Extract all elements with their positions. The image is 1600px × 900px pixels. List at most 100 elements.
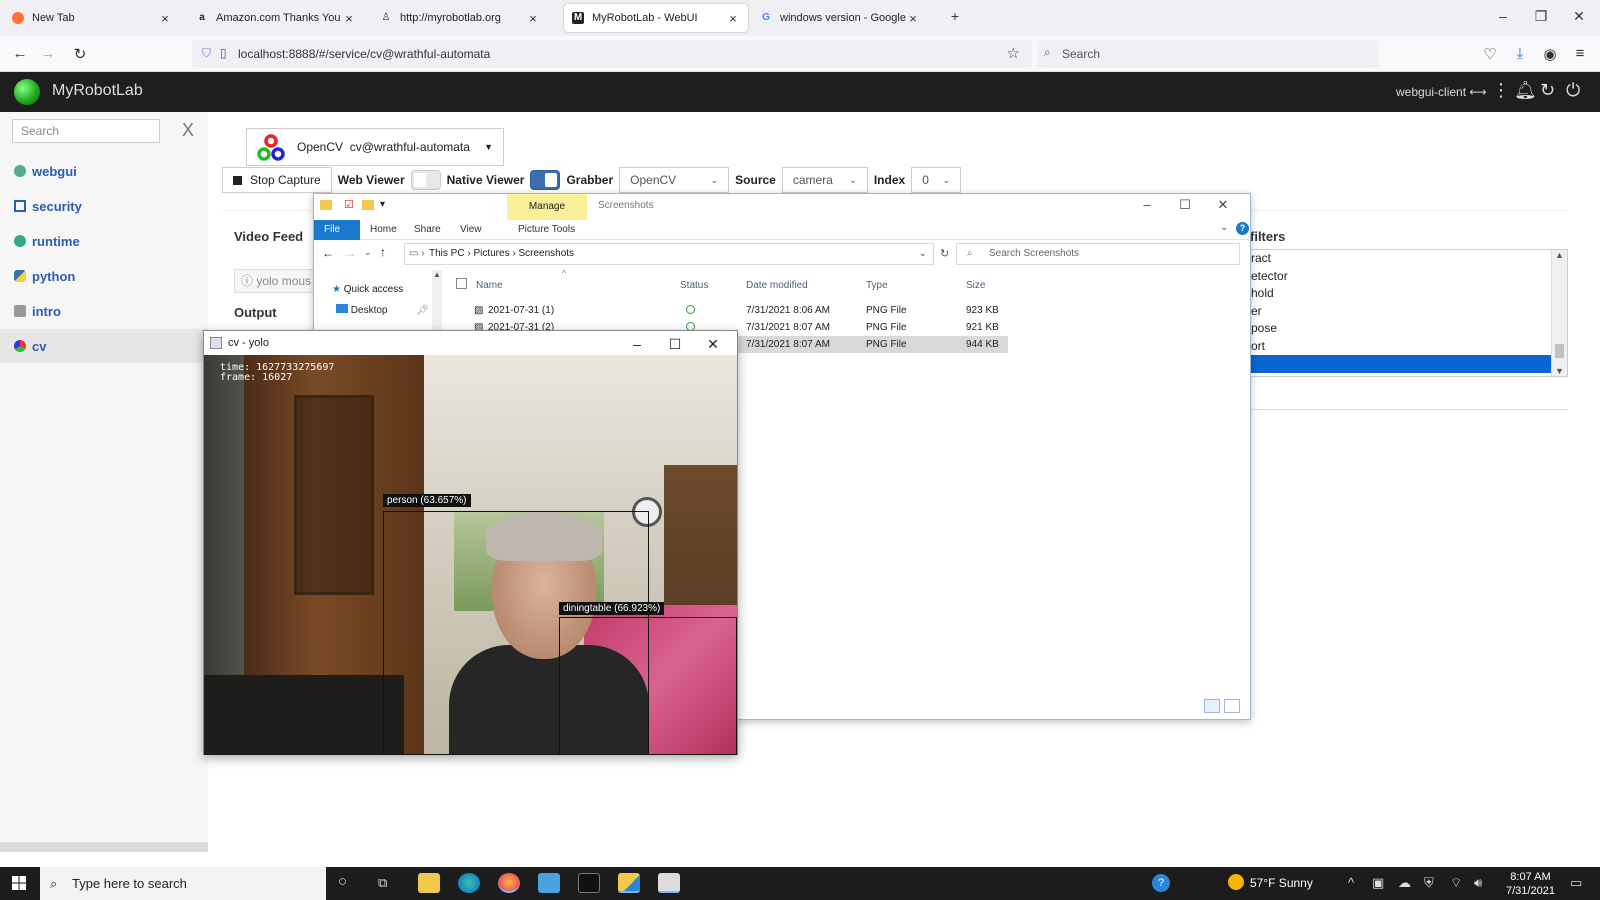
- download-icon[interactable]: ⤓: [1510, 45, 1530, 62]
- volume-icon[interactable]: 🔊︎: [1474, 875, 1482, 891]
- sidebar-search-input[interactable]: Search: [12, 119, 160, 143]
- cortana-icon[interactable]: ○: [338, 873, 347, 890]
- minimize-icon[interactable]: –: [1488, 8, 1518, 24]
- nav-quick-access[interactable]: ★ Quick access: [332, 284, 403, 295]
- filters-scrollbar[interactable]: ▲ ▼: [1551, 250, 1567, 376]
- new-tab-icon[interactable]: +: [940, 8, 970, 24]
- clear-search-icon[interactable]: X: [182, 120, 194, 141]
- meet-now-icon[interactable]: ▣: [1372, 875, 1384, 891]
- chevron-down-icon[interactable]: ⌄: [919, 244, 927, 264]
- sidebar-item-security[interactable]: security: [0, 189, 208, 223]
- yolo-titlebar[interactable]: cv - yolo – ☐ ✕: [204, 331, 737, 355]
- sidebar-scrollbar[interactable]: [0, 842, 208, 852]
- scroll-up-icon[interactable]: ▲: [432, 270, 442, 279]
- list-item[interactable]: ract: [1241, 250, 1567, 268]
- file-explorer-taskbar-icon[interactable]: [418, 873, 440, 893]
- nav-scrollbar[interactable]: ▲: [432, 270, 442, 330]
- minimize-icon[interactable]: –: [1134, 197, 1160, 212]
- task-view-icon[interactable]: ⧉: [378, 875, 387, 891]
- column-header-name[interactable]: Name: [476, 280, 503, 291]
- close-icon[interactable]: ×: [906, 11, 920, 26]
- onedrive-icon[interactable]: ☁: [1398, 875, 1411, 891]
- tab-new-tab[interactable]: New Tab ×: [4, 4, 180, 32]
- reload-icon[interactable]: ↻: [70, 45, 90, 63]
- select-all-checkbox[interactable]: [456, 278, 467, 289]
- refresh-icon[interactable]: ↻: [940, 247, 949, 260]
- forward-icon[interactable]: →: [38, 45, 58, 62]
- close-icon[interactable]: ✕: [698, 332, 728, 356]
- help-icon[interactable]: ?: [1236, 222, 1249, 235]
- help-icon[interactable]: ?: [1152, 874, 1170, 892]
- column-header-size[interactable]: Size: [966, 280, 985, 291]
- wifi-icon[interactable]: ⌔: [1450, 875, 1462, 891]
- windows-start-icon[interactable]: [12, 876, 26, 890]
- more-vert-icon[interactable]: ⋮: [1492, 80, 1510, 101]
- maximize-icon[interactable]: ☐: [1172, 197, 1198, 213]
- index-select[interactable]: 0 ⌄: [911, 167, 962, 193]
- sidebar-item-cv[interactable]: cv: [0, 329, 208, 363]
- close-icon[interactable]: ×: [158, 11, 172, 26]
- star-icon[interactable]: ☆: [1007, 44, 1020, 62]
- menu-icon[interactable]: ≡: [1570, 45, 1590, 62]
- new-folder-icon[interactable]: [362, 200, 374, 210]
- close-window-icon[interactable]: ✕: [1564, 8, 1594, 25]
- firefox-taskbar-icon[interactable]: [498, 873, 520, 893]
- ribbon-tab-picture-tools[interactable]: Picture Tools: [508, 220, 585, 240]
- manage-tab[interactable]: Manage: [507, 194, 587, 220]
- edge-taskbar-icon[interactable]: [458, 873, 480, 893]
- restore-icon[interactable]: ❐: [1526, 8, 1556, 25]
- close-icon[interactable]: ×: [526, 11, 540, 26]
- explorer-path[interactable]: ▭ › This PC › Pictures › Screenshots ⌄: [404, 243, 934, 265]
- ribbon-expand-icon[interactable]: ⌄: [1220, 222, 1228, 233]
- back-icon[interactable]: ←: [10, 45, 30, 62]
- details-view-icon[interactable]: [1204, 699, 1220, 713]
- client-label[interactable]: webgui-client ⟷: [1396, 85, 1487, 99]
- refresh-icon[interactable]: ↻: [1540, 80, 1555, 101]
- terminal-taskbar-icon[interactable]: [578, 873, 600, 893]
- up-icon[interactable]: ↑: [380, 245, 386, 259]
- list-item[interactable]: er: [1241, 303, 1567, 321]
- tab-amazon[interactable]: a Amazon.com Thanks You ×: [188, 4, 364, 32]
- camera-feed[interactable]: time: 1627733275697 frame: 16027 person …: [204, 355, 737, 755]
- column-header-date[interactable]: Date modified: [746, 280, 808, 291]
- explorer-window-taskbar-icon[interactable]: [618, 873, 640, 893]
- url-bar[interactable]: ⛉ ▯ localhost:8888/#/service/cv@wrathful…: [192, 40, 1032, 68]
- explorer-titlebar[interactable]: ☑ ▾ Manage Screenshots – ☐ ✕: [314, 194, 1250, 220]
- list-item-selected[interactable]: [1241, 355, 1567, 373]
- close-icon[interactable]: ×: [726, 11, 740, 26]
- web-viewer-toggle[interactable]: [410, 170, 441, 190]
- pocket-icon[interactable]: ♡: [1480, 45, 1500, 63]
- close-icon[interactable]: ✕: [1210, 197, 1236, 213]
- power-icon[interactable]: ⏻: [1566, 80, 1580, 101]
- scroll-up-icon[interactable]: ▲: [1552, 250, 1567, 260]
- large-icons-view-icon[interactable]: [1224, 699, 1240, 713]
- table-row[interactable]: ▧ 2021-07-31 (1) 7/31/2021 8:06 AM PNG F…: [464, 302, 1008, 319]
- native-viewer-toggle[interactable]: [530, 170, 561, 190]
- nav-desktop[interactable]: Desktop 📌︎: [336, 304, 429, 316]
- properties-icon[interactable]: ☑: [344, 198, 354, 211]
- tab-myrobotlab[interactable]: ♙ http://myrobotlab.org ×: [372, 4, 548, 32]
- list-item[interactable]: pose: [1241, 320, 1567, 338]
- scroll-thumb[interactable]: [1555, 344, 1564, 358]
- security-tray-icon[interactable]: ⛨: [1424, 875, 1434, 891]
- forward-icon[interactable]: →: [344, 246, 356, 260]
- maximize-icon[interactable]: ☐: [660, 332, 690, 356]
- recent-dropdown-icon[interactable]: ⌄: [364, 247, 372, 258]
- filters-list[interactable]: ract etector hold er pose ort ▲ ▼: [1240, 249, 1568, 377]
- minimize-icon[interactable]: –: [622, 332, 652, 356]
- column-header-status[interactable]: Status: [680, 280, 708, 291]
- tab-webui[interactable]: M MyRobotLab - WebUI ×: [564, 4, 748, 32]
- java-taskbar-icon[interactable]: [658, 873, 680, 893]
- close-icon[interactable]: ×: [342, 11, 356, 26]
- sidebar-item-webgui[interactable]: webgui: [0, 154, 208, 188]
- clock[interactable]: 8:07 AM 7/31/2021: [1506, 870, 1555, 898]
- weather-text[interactable]: 57°F Sunny: [1250, 876, 1313, 890]
- ribbon-tab-view[interactable]: View: [450, 220, 492, 240]
- ribbon-tab-share[interactable]: Share: [404, 220, 451, 240]
- sidebar-item-intro[interactable]: intro: [0, 294, 208, 328]
- service-selector[interactable]: OpenCV cv@wrathful-automata ▼: [246, 128, 504, 166]
- ribbon-tab-home[interactable]: Home: [360, 220, 407, 240]
- qat-dropdown-icon[interactable]: ▾: [380, 199, 385, 210]
- tray-expand-icon[interactable]: ^: [1348, 875, 1354, 890]
- taskbar-search-input[interactable]: ⌕ Type here to search: [40, 867, 326, 900]
